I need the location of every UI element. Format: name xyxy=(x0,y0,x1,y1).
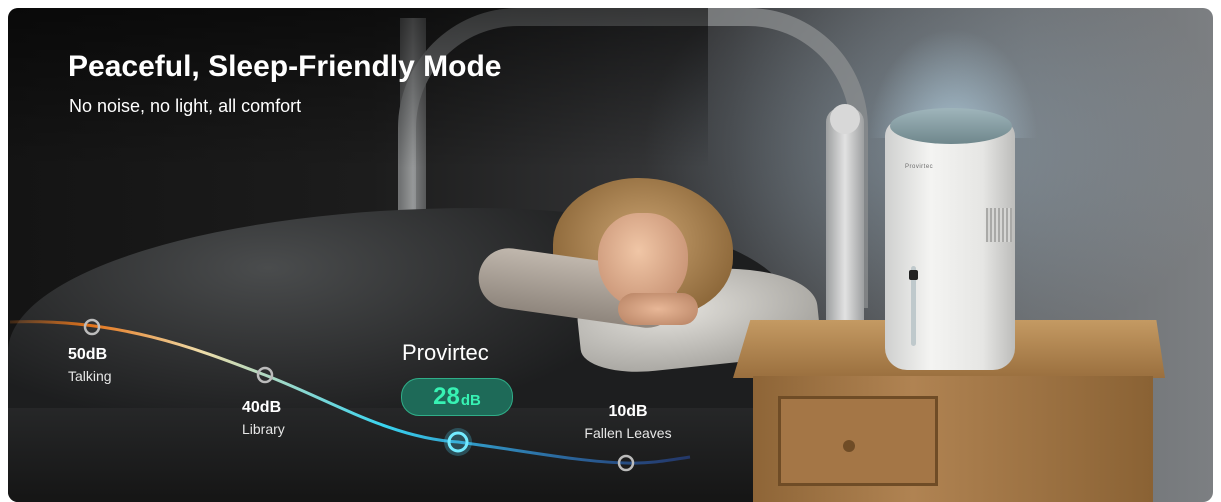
noise-level-caption: Library xyxy=(242,421,285,437)
noise-level-caption: Fallen Leaves xyxy=(584,425,672,441)
noise-level-value: 50dB xyxy=(68,346,108,363)
noise-level-fallen-leaves: 10dB Fallen Leaves xyxy=(578,403,678,441)
noise-level-value: 40dB xyxy=(242,399,282,416)
noise-level-talking: 50dB Talking xyxy=(68,346,112,384)
badge-value: 28 xyxy=(433,383,460,410)
noise-level-library: 40dB Library xyxy=(242,399,285,437)
noise-curve-line xyxy=(9,320,691,465)
noise-level-caption: Talking xyxy=(68,368,112,384)
noise-level-value: 10dB xyxy=(608,403,648,420)
brand-label: Provirtec xyxy=(402,340,489,365)
product-noise-badge: 28 dB xyxy=(401,378,513,416)
badge-unit: dB xyxy=(460,391,481,409)
noise-point-28db-glow xyxy=(444,428,472,456)
